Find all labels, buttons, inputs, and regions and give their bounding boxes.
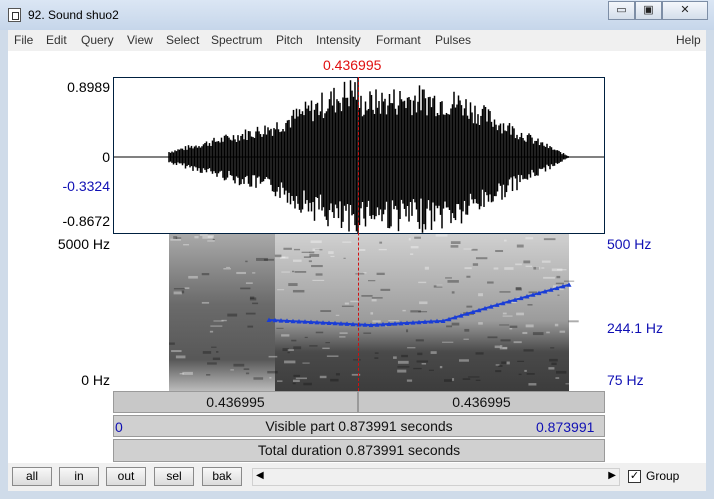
waveform-min-label: -0.8672	[62, 213, 110, 229]
window-icon	[8, 8, 21, 22]
visible-start-label: 0	[115, 419, 123, 435]
waveform-panel[interactable]	[113, 77, 605, 234]
waveform-zero-label: 0	[102, 149, 110, 165]
menu-pulses[interactable]: Pulses	[435, 33, 471, 47]
menu-spectrum[interactable]: Spectrum	[211, 33, 262, 47]
cursor-time-label: 0.436995	[323, 57, 382, 73]
scroll-left-icon[interactable]: ◀	[256, 470, 264, 481]
pitch-cursor-label: 244.1 Hz	[607, 320, 664, 336]
total-duration-label: Total duration 0.873991 seconds	[257, 442, 461, 458]
minimize-button[interactable]: ▭	[608, 1, 635, 20]
scroll-right-icon[interactable]: ▶	[608, 470, 616, 481]
zoom-back-button[interactable]: bak	[202, 467, 242, 486]
spectrogram-bottom-freq-label: 0 Hz	[81, 372, 110, 388]
menu-pitch[interactable]: Pitch	[276, 33, 303, 47]
segment-right-duration: 0.436995	[452, 394, 511, 410]
time-cursor-line[interactable]	[358, 77, 359, 391]
title-bar[interactable]: 92. Sound shuo2 ▭ ▣ ✕	[0, 0, 714, 30]
menu-view[interactable]: View	[127, 33, 153, 47]
bottom-toolbar: all in out sel bak ◀ ▶ ✓ Group	[8, 463, 706, 491]
zoom-out-button[interactable]: out	[106, 467, 146, 486]
visible-part-label: Visible part 0.873991 seconds	[265, 418, 453, 434]
spectrogram-panel[interactable]	[113, 234, 605, 391]
zoom-in-button[interactable]: in	[59, 467, 99, 486]
minimize-icon: ▭	[616, 4, 627, 16]
pitch-bottom-label: 75 Hz	[607, 372, 644, 388]
segment-left-duration: 0.436995	[206, 394, 265, 410]
menu-edit[interactable]: Edit	[46, 33, 67, 47]
close-icon: ✕	[680, 4, 690, 16]
visible-part-bar[interactable]: Visible part 0.873991 seconds	[113, 415, 605, 437]
pitch-top-label: 500 Hz	[607, 236, 652, 252]
zoom-selection-button[interactable]: sel	[154, 467, 194, 486]
spectrogram-top-freq-label: 5000 Hz	[57, 236, 110, 252]
spectrogram-fricative-region	[169, 234, 275, 391]
segment-right-bar[interactable]: 0.436995	[358, 391, 605, 413]
visible-end-label: 0.873991	[536, 419, 595, 435]
menu-query[interactable]: Query	[81, 33, 114, 47]
waveform-max-label: 0.8989	[67, 79, 110, 95]
menu-bar: File Edit Query View Select Spectrum Pit…	[8, 30, 706, 52]
praat-sound-window: 92. Sound shuo2 ▭ ▣ ✕ File Edit Query Vi…	[0, 0, 714, 499]
waveform-stripes	[168, 78, 569, 233]
maximize-icon: ▣	[643, 4, 654, 16]
maximize-button[interactable]: ▣	[635, 1, 662, 20]
window-title: 92. Sound shuo2	[28, 8, 119, 22]
group-label: Group	[646, 469, 680, 483]
menu-formant[interactable]: Formant	[376, 33, 421, 47]
menu-select[interactable]: Select	[166, 33, 199, 47]
horizontal-scrollbar[interactable]: ◀ ▶	[252, 468, 620, 486]
menu-file[interactable]: File	[14, 33, 33, 47]
zoom-all-button[interactable]: all	[12, 467, 52, 486]
menu-intensity[interactable]: Intensity	[316, 33, 361, 47]
spectrogram-vowel-region	[275, 234, 569, 391]
spectrogram-plot	[169, 234, 579, 391]
group-checkbox[interactable]: ✓	[628, 470, 641, 483]
waveform-cursor-value-label: -0.3324	[62, 178, 110, 194]
waveform-plot	[114, 78, 604, 233]
total-duration-bar[interactable]: Total duration 0.873991 seconds	[113, 439, 605, 462]
menu-help[interactable]: Help	[676, 33, 701, 47]
segment-left-bar[interactable]: 0.436995	[113, 391, 358, 413]
close-button[interactable]: ✕	[662, 1, 708, 20]
